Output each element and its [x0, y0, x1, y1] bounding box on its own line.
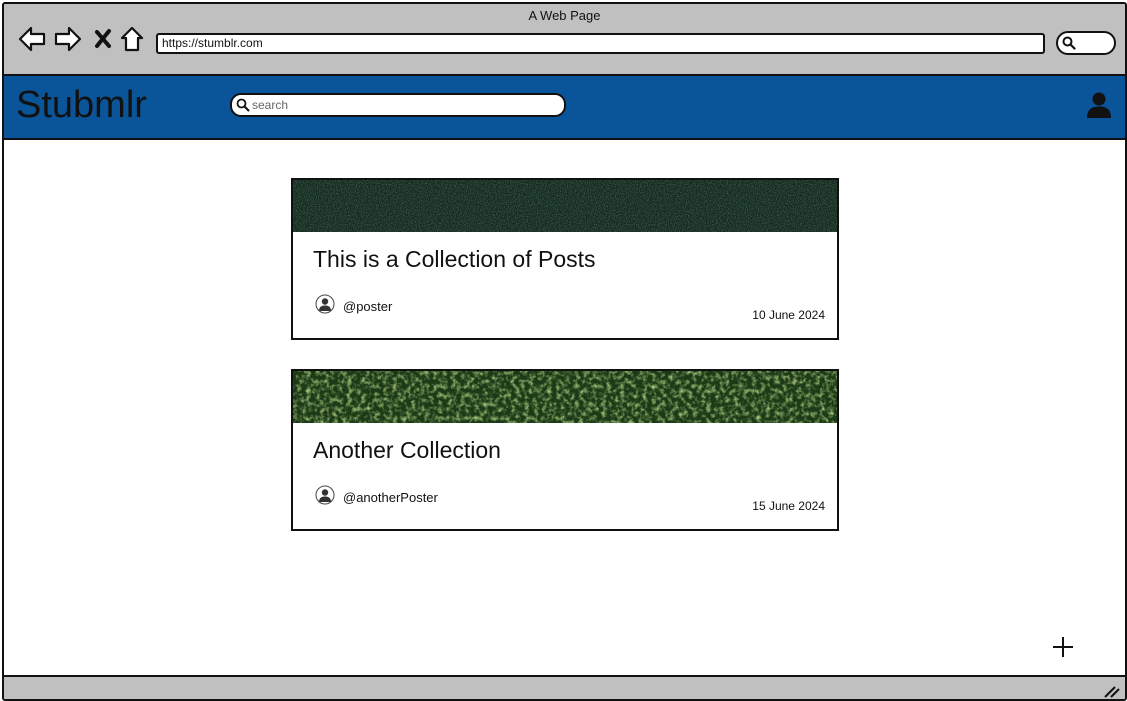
- url-bar[interactable]: https://stumblr.com: [156, 33, 1045, 54]
- back-arrow-icon[interactable]: [18, 26, 46, 52]
- browser-search-field[interactable]: [1056, 31, 1116, 55]
- card-title[interactable]: Another Collection: [313, 437, 501, 464]
- collection-card[interactable]: This is a Collection of Posts @poster 10…: [291, 178, 839, 340]
- avatar-icon: [315, 294, 335, 314]
- avatar-icon: [315, 485, 335, 505]
- search-icon: [1062, 36, 1076, 50]
- user-icon[interactable]: [1086, 91, 1112, 119]
- search-input[interactable]: [252, 96, 552, 113]
- card-cover-image: [293, 371, 837, 423]
- search-box[interactable]: [230, 93, 566, 117]
- close-x-icon[interactable]: [94, 26, 112, 52]
- window-title: A Web Page: [528, 8, 601, 23]
- app-header: Stubmlr: [4, 76, 1125, 140]
- plus-icon[interactable]: [1050, 634, 1076, 660]
- card-cover-image: [293, 180, 837, 232]
- browser-title-bar: A Web Page https://stumblr.com: [4, 4, 1125, 76]
- home-icon[interactable]: [120, 26, 144, 52]
- status-bar: [4, 675, 1125, 699]
- card-author[interactable]: @poster: [343, 299, 392, 314]
- card-title[interactable]: This is a Collection of Posts: [313, 246, 596, 273]
- forward-arrow-icon[interactable]: [54, 26, 82, 52]
- collection-card[interactable]: Another Collection @anotherPoster 15 Jun…: [291, 369, 839, 531]
- card-date: 10 June 2024: [752, 308, 825, 322]
- search-icon: [236, 98, 250, 112]
- browser-window: A Web Page https://stumblr.com Stubmlr s…: [2, 2, 1127, 701]
- app-logo[interactable]: Stubmlr: [16, 84, 147, 127]
- card-author[interactable]: @anotherPoster: [343, 490, 438, 505]
- card-date: 15 June 2024: [752, 499, 825, 513]
- resize-grip-icon[interactable]: [1103, 683, 1121, 699]
